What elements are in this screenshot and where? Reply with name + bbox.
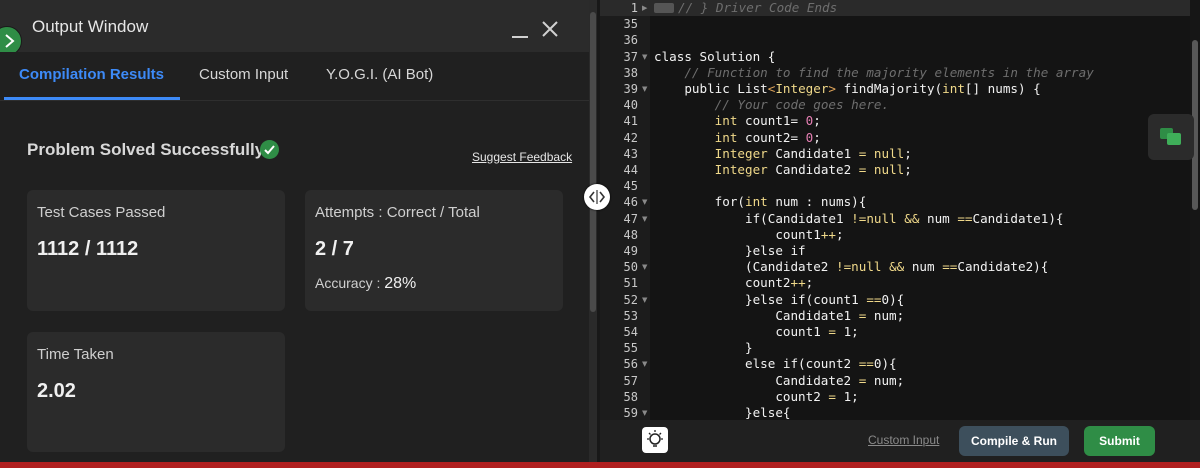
tab-yogi-ai-bot[interactable]: Y.O.G.I. (AI Bot) — [326, 66, 433, 83]
minimize-icon[interactable] — [510, 14, 530, 38]
line-number: 41 — [623, 114, 638, 129]
line-number: 47 — [623, 211, 638, 226]
bottom-strip — [0, 462, 1200, 468]
code-line[interactable]: }else if — [654, 243, 806, 258]
code-line[interactable]: } — [654, 340, 753, 355]
code-line[interactable]: public List<Integer> findMajority(int[] … — [654, 81, 1040, 96]
code-line[interactable]: count2++; — [654, 275, 813, 290]
line-number: 51 — [623, 276, 638, 291]
line-number: 36 — [623, 33, 638, 48]
line-number: 42 — [623, 130, 638, 145]
fold-toggle-icon[interactable]: ▼ — [642, 53, 647, 61]
code-line[interactable]: for(int num : nums){ — [654, 194, 867, 209]
line-number: 38 — [623, 65, 638, 80]
accuracy-value: 28% — [384, 275, 417, 292]
line-number: 48 — [623, 227, 638, 242]
tab-compilation-results[interactable]: Compilation Results — [19, 66, 164, 83]
fold-toggle-icon[interactable]: ▼ — [642, 360, 647, 368]
fold-toggle-icon[interactable]: ▼ — [642, 263, 647, 271]
code-line[interactable]: count1 = 1; — [654, 324, 858, 339]
submit-button[interactable]: Submit — [1084, 426, 1155, 456]
code-line[interactable]: Integer Candidate1 = null; — [654, 146, 912, 161]
line-number: 40 — [623, 98, 638, 113]
line-number: 59 — [623, 406, 638, 420]
code-line[interactable]: }else{ — [654, 405, 791, 420]
custom-input-link[interactable]: Custom Input — [868, 433, 939, 447]
code-editor[interactable]: 1 ▶ // } Driver Code Ends 35 36 37 ▼ class Solu… — [600, 0, 1200, 420]
code-line[interactable]: count2 = 1; — [654, 389, 858, 404]
line-number: 57 — [623, 373, 638, 388]
line-number: 54 — [623, 325, 638, 339]
code-line[interactable]: // Function to find the majority element… — [654, 65, 1093, 80]
editor-action-bar: Custom Input Compile & Run Submit — [600, 420, 1200, 462]
code-line[interactable]: int count2= 0; — [654, 130, 821, 145]
compile-run-button[interactable]: Compile & Run — [959, 426, 1069, 456]
line-number: 39 — [623, 82, 638, 96]
line-number: 50 — [623, 260, 638, 275]
line-number: 58 — [623, 389, 638, 404]
code-line[interactable]: else if(count2 ==0){ — [654, 356, 897, 371]
attempts-label: Attempts : Correct / Total — [315, 204, 480, 221]
code-line[interactable]: }else if(count1 ==0){ — [654, 292, 904, 307]
line-number: 55 — [623, 341, 638, 356]
output-window-header: Output Window — [0, 0, 590, 56]
line-number: 49 — [623, 244, 638, 258]
output-scrollbar[interactable] — [589, 0, 597, 462]
fold-toggle-icon[interactable]: ▼ — [642, 198, 647, 206]
fold-toggle-icon[interactable]: ▶ — [642, 4, 647, 12]
fold-toggle-icon[interactable]: ▼ — [642, 409, 647, 417]
time-taken-label: Time Taken — [37, 346, 114, 363]
fold-toggle-icon[interactable]: ▼ — [642, 296, 647, 304]
editor-scrollbar[interactable] — [1190, 0, 1200, 420]
code-line[interactable]: count1++; — [654, 227, 843, 242]
line-number: 35 — [623, 17, 638, 32]
close-icon[interactable] — [541, 20, 559, 38]
code-line[interactable]: Candidate2 = num; — [654, 373, 904, 388]
line-number: 43 — [623, 146, 638, 161]
test-cases-value: 1112 / 1112 — [37, 238, 139, 260]
line-number: 1 — [630, 1, 638, 15]
time-taken-card: Time Taken 2.02 — [27, 332, 285, 452]
lightbulb-icon[interactable] — [642, 427, 668, 453]
line-number: 44 — [623, 163, 638, 177]
code-line[interactable]: class Solution { — [654, 49, 775, 64]
code-line[interactable]: Integer Candidate2 = null; — [654, 162, 912, 177]
code-line[interactable]: // } Driver Code Ends — [678, 0, 837, 15]
time-taken-value: 2.02 — [37, 380, 76, 402]
active-tab-indicator — [4, 97, 180, 100]
code-line[interactable]: (Candidate2 !=null && num ==Candidate2){ — [654, 259, 1048, 274]
tab-custom-input[interactable]: Custom Input — [199, 66, 288, 83]
accuracy: Accuracy : 28% — [315, 275, 416, 293]
code-line[interactable]: int count1= 0; — [654, 113, 821, 128]
attempts-card: Attempts : Correct / Total 2 / 7 Accurac… — [305, 190, 563, 311]
output-window: Output Window Compilation Results Custom… — [0, 0, 590, 462]
chat-icon[interactable] — [1148, 114, 1194, 160]
code-line[interactable]: Candidate1 = num; — [654, 308, 904, 323]
code-line[interactable]: // Your code goes here. — [654, 97, 889, 112]
output-scrollbar-thumb[interactable] — [590, 12, 596, 312]
status-text: Problem Solved Successfully — [27, 140, 265, 159]
test-cases-label: Test Cases Passed — [37, 204, 166, 221]
test-cases-card: Test Cases Passed 1112 / 1112 — [27, 190, 285, 311]
suggest-feedback-link[interactable]: Suggest Feedback — [472, 150, 572, 164]
result-tabs: Compilation Results Custom Input Y.O.G.I… — [0, 52, 590, 101]
attempts-value: 2 / 7 — [315, 238, 354, 260]
output-window-title: Output Window — [32, 17, 149, 36]
line-number: 52 — [623, 292, 638, 307]
line-number: 53 — [623, 308, 638, 323]
line-number: 56 — [623, 357, 638, 372]
splitter-icon[interactable] — [584, 184, 610, 210]
fold-marker-icon[interactable] — [654, 3, 674, 13]
line-number: 37 — [623, 49, 638, 64]
fold-toggle-icon[interactable]: ▼ — [642, 215, 647, 223]
accuracy-label: Accuracy : — [315, 275, 381, 291]
fold-toggle-icon[interactable]: ▼ — [642, 85, 647, 93]
check-circle-icon — [260, 140, 279, 159]
code-line[interactable]: if(Candidate1 !=null && num ==Candidate1… — [654, 211, 1064, 226]
